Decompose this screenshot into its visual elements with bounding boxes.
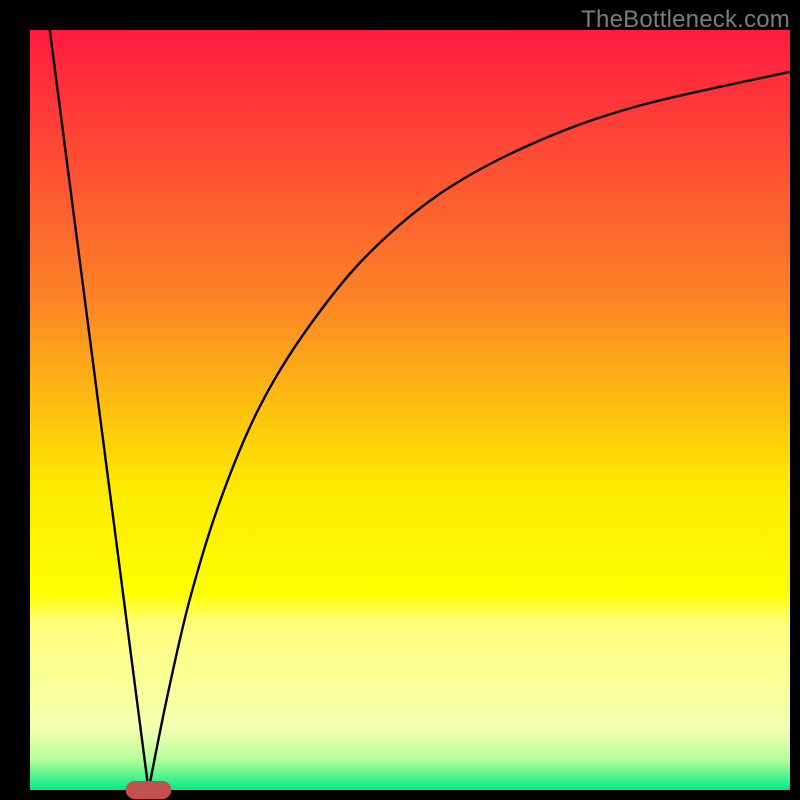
bottom-marker <box>126 781 172 799</box>
plot-area <box>30 30 790 790</box>
chart-container: TheBottleneck.com <box>0 0 800 800</box>
chart-svg <box>0 0 800 800</box>
watermark-label: TheBottleneck.com <box>581 6 790 34</box>
